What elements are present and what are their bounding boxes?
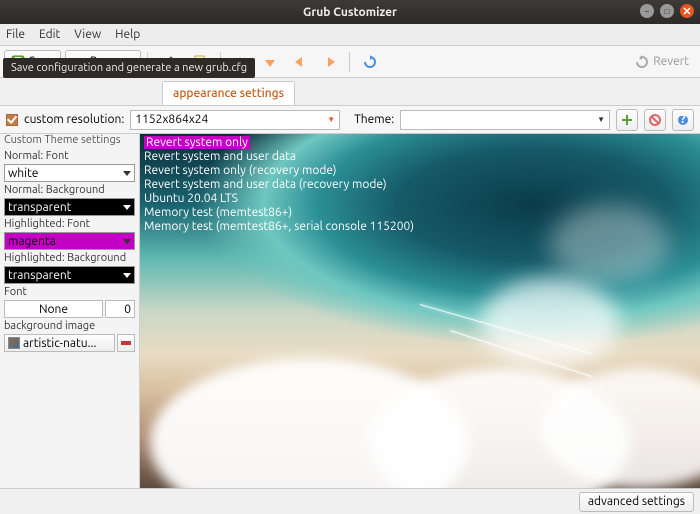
boot-entry-selected: Revert system only bbox=[144, 136, 250, 149]
cancel-icon bbox=[649, 114, 661, 126]
move-left-button[interactable] bbox=[287, 50, 313, 74]
tab-strip: appearance settings bbox=[0, 78, 700, 106]
move-down-button[interactable] bbox=[257, 50, 283, 74]
highlighted-bg-label: Highlighted: Background bbox=[4, 252, 135, 264]
font-size-field[interactable]: 0 bbox=[105, 300, 135, 318]
resolution-combobox[interactable]: 1152x864x24 ▼ bbox=[130, 110, 340, 130]
bg-image-label: background image bbox=[4, 320, 135, 332]
resolution-row: custom resolution: 1152x864x24 ▼ Theme: … bbox=[0, 106, 700, 134]
font-name-field[interactable]: None bbox=[4, 300, 103, 318]
menu-bar: File Edit View Help bbox=[0, 24, 700, 46]
move-right-button[interactable] bbox=[317, 50, 343, 74]
menu-file[interactable]: File bbox=[6, 28, 25, 41]
normal-bg-label: Normal: Background bbox=[4, 184, 135, 196]
normal-font-dropdown[interactable]: white bbox=[4, 164, 135, 182]
highlighted-bg-dropdown[interactable]: transparent bbox=[4, 266, 135, 284]
normal-font-label: Normal: Font bbox=[4, 150, 135, 162]
custom-resolution-checkbox[interactable] bbox=[6, 114, 18, 126]
boot-menu-preview: Revert system only Revert system and use… bbox=[144, 136, 414, 234]
chevron-down-icon bbox=[123, 239, 131, 244]
theme-add-button[interactable] bbox=[616, 109, 638, 131]
boot-entry: Revert system and user data (recovery mo… bbox=[144, 178, 387, 191]
theme-help-button[interactable]: ? bbox=[672, 109, 694, 131]
minimize-button[interactable]: – bbox=[640, 4, 654, 18]
separator bbox=[349, 52, 350, 72]
theme-combobox[interactable]: ▼ bbox=[400, 110, 610, 130]
advanced-settings-button[interactable]: advanced settings bbox=[579, 492, 694, 512]
close-icon bbox=[683, 7, 691, 15]
boot-entry: Revert system only (recovery mode) bbox=[144, 164, 337, 177]
menu-help[interactable]: Help bbox=[115, 28, 140, 41]
chevron-down-icon bbox=[123, 273, 131, 278]
bg-image-picker[interactable]: artistic-natu... bbox=[4, 334, 115, 352]
boot-entry: Revert system and user data bbox=[144, 150, 296, 163]
boot-entry: Memory test (memtest86+) bbox=[144, 206, 292, 219]
maximize-button[interactable]: □ bbox=[660, 4, 674, 18]
normal-bg-dropdown[interactable]: transparent bbox=[4, 198, 135, 216]
arrow-left-icon bbox=[294, 56, 306, 68]
highlighted-font-label: Highlighted: Font bbox=[4, 218, 135, 230]
arrow-right-icon bbox=[324, 56, 336, 68]
svg-text:?: ? bbox=[680, 114, 685, 126]
chevron-down-icon: ▼ bbox=[597, 115, 605, 124]
preview-pane: Revert system only Revert system and use… bbox=[140, 134, 700, 488]
highlighted-font-dropdown[interactable]: magenta bbox=[4, 232, 135, 250]
menu-edit[interactable]: Edit bbox=[39, 28, 60, 41]
revert-button[interactable]: Revert bbox=[628, 50, 696, 74]
bg-image-remove-button[interactable] bbox=[117, 334, 135, 352]
chevron-down-icon bbox=[123, 205, 131, 210]
reload-icon bbox=[363, 55, 377, 69]
theme-label: Theme: bbox=[354, 113, 394, 126]
tab-appearance[interactable]: appearance settings bbox=[162, 81, 295, 105]
footer: advanced settings bbox=[0, 488, 700, 514]
font-label: Font bbox=[4, 286, 135, 298]
chevron-down-icon bbox=[123, 171, 131, 176]
window-title: Grub Customizer bbox=[303, 6, 397, 19]
arrow-down-icon bbox=[264, 56, 276, 68]
sidebar-group-title: Custom Theme settings bbox=[4, 134, 135, 146]
help-icon: ? bbox=[677, 114, 689, 126]
tooltip: Save configuration and generate a new gr… bbox=[3, 58, 255, 78]
chevron-down-icon: ▼ bbox=[327, 115, 335, 124]
reload-button[interactable] bbox=[356, 50, 384, 74]
plus-icon bbox=[621, 114, 633, 126]
sidebar: Custom Theme settings Normal: Font white… bbox=[0, 134, 140, 488]
theme-remove-button[interactable] bbox=[644, 109, 666, 131]
minus-icon bbox=[121, 341, 131, 345]
revert-icon bbox=[635, 55, 649, 69]
thumbnail-icon bbox=[8, 337, 20, 349]
menu-view[interactable]: View bbox=[74, 28, 101, 41]
close-button[interactable] bbox=[680, 4, 694, 18]
boot-entry: Memory test (memtest86+, serial console … bbox=[144, 220, 414, 233]
custom-resolution-label: custom resolution: bbox=[24, 113, 124, 126]
title-bar: Grub Customizer – □ bbox=[0, 0, 700, 24]
boot-entry: Ubuntu 20.04 LTS bbox=[144, 192, 238, 205]
